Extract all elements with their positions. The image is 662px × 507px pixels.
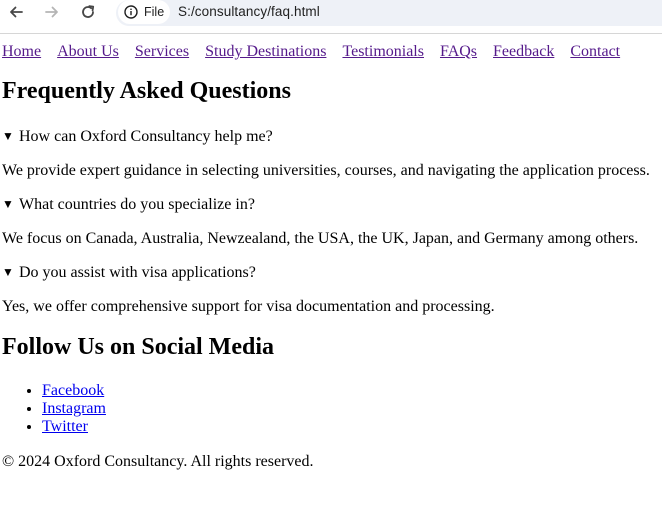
faq-question-text: What countries do you specialize in? xyxy=(19,196,255,213)
info-icon xyxy=(124,5,138,19)
faq-question-text: Do you assist with visa applications? xyxy=(19,264,256,281)
list-item: Facebook xyxy=(42,382,106,400)
nav-link-services[interactable]: Services xyxy=(135,43,189,60)
faq-answer-3: Yes, we offer comprehensive support for … xyxy=(2,298,495,315)
nav-link-faqs[interactable]: FAQs xyxy=(440,43,477,60)
faq-question-2[interactable]: ▼ What countries do you specialize in? xyxy=(2,196,255,214)
url-text[interactable]: S:/consultancy/faq.html xyxy=(178,4,320,19)
social-link-twitter[interactable]: Twitter xyxy=(42,418,88,435)
nav-link-about-us[interactable]: About Us xyxy=(57,43,119,60)
nav-link-study-destinations[interactable]: Study Destinations xyxy=(205,43,326,60)
site-chip-label: File xyxy=(144,5,165,19)
page-title: Frequently Asked Questions xyxy=(2,78,291,104)
faq-answer-2: We focus on Canada, Australia, Newzealan… xyxy=(2,230,639,247)
main-nav: Home About Us Services Study Destinations Te… xyxy=(2,43,636,61)
list-item: Twitter xyxy=(42,418,106,436)
reload-button[interactable] xyxy=(77,1,99,23)
forward-button[interactable] xyxy=(41,1,63,23)
social-links-list: Facebook Instagram Twitter xyxy=(2,382,106,436)
nav-link-home[interactable]: Home xyxy=(2,43,41,60)
address-bar[interactable]: File S:/consultancy/faq.html xyxy=(116,0,662,26)
arrow-left-icon xyxy=(10,6,23,18)
faq-question-text: How can Oxford Consultancy help me? xyxy=(19,128,273,145)
social-section-title: Follow Us on Social Media xyxy=(2,334,275,360)
arrow-right-icon xyxy=(45,6,58,18)
site-info-chip[interactable]: File xyxy=(118,0,170,24)
faq-answer-1: We provide expert guidance in selecting … xyxy=(2,162,650,179)
list-item: Instagram xyxy=(42,400,106,418)
nav-link-contact[interactable]: Contact xyxy=(570,43,620,60)
nav-link-feedback[interactable]: Feedback xyxy=(493,43,554,60)
disclosure-triangle-icon: ▼ xyxy=(2,197,14,211)
faq-question-3[interactable]: ▼ Do you assist with visa applications? xyxy=(2,264,256,282)
browser-toolbar: File S:/consultancy/faq.html xyxy=(0,0,662,34)
disclosure-triangle-icon: ▼ xyxy=(2,265,14,279)
social-link-facebook[interactable]: Facebook xyxy=(42,382,104,399)
social-link-instagram[interactable]: Instagram xyxy=(42,400,106,417)
back-button[interactable] xyxy=(5,1,27,23)
reload-icon xyxy=(82,5,95,18)
footer-copyright: © 2024 Oxford Consultancy. All rights re… xyxy=(2,453,314,470)
faq-question-1[interactable]: ▼ How can Oxford Consultancy help me? xyxy=(2,128,273,146)
nav-link-testimonials[interactable]: Testimonials xyxy=(342,43,424,60)
disclosure-triangle-icon: ▼ xyxy=(2,129,14,143)
